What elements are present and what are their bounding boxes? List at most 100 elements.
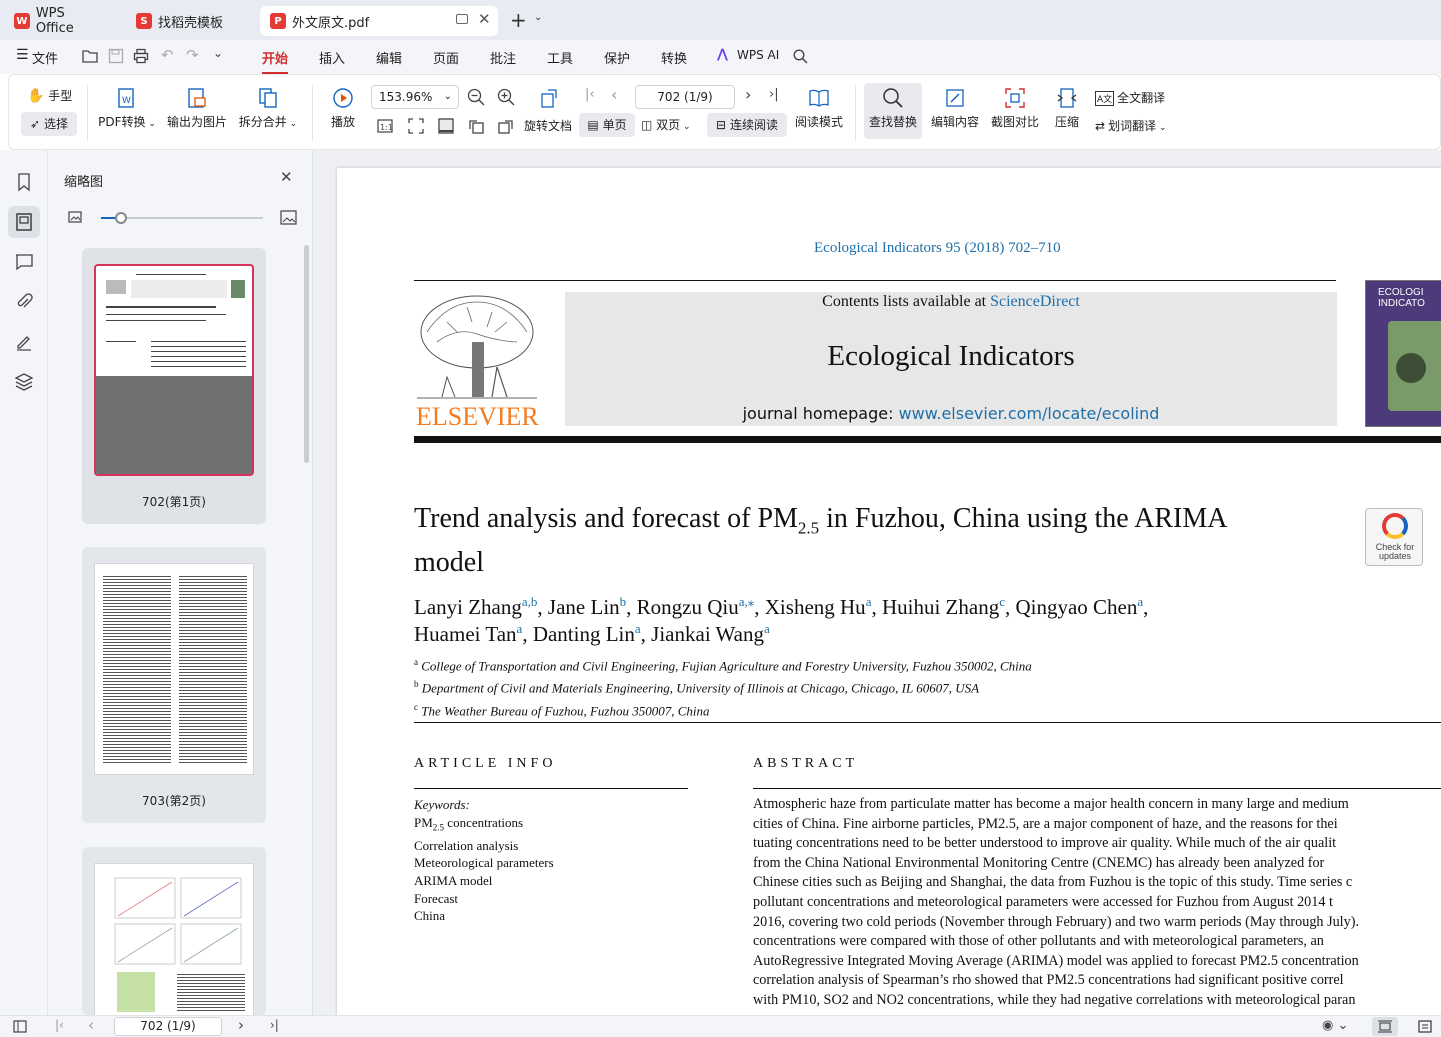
float-window-icon[interactable] [456, 14, 468, 24]
attachment-icon[interactable] [14, 292, 34, 312]
menu-page[interactable]: 页面 [433, 48, 459, 67]
find-replace-button[interactable]: 查找替换 [864, 83, 922, 139]
ribbon-toolbar: ✋ 手型 ➶ 选择 W PDF转换 ⌄ 输出为图片 拆分合并 ⌄ 播放 153.… [8, 74, 1441, 150]
slider-handle[interactable] [115, 212, 127, 224]
pdf-convert-button[interactable]: W PDF转换 ⌄ [97, 87, 157, 130]
hamburger-icon[interactable]: ☰ [16, 47, 29, 63]
sciencedirect-link[interactable]: ScienceDirect [990, 293, 1080, 310]
tab-templates[interactable]: S 找稻壳模板 [126, 6, 254, 36]
tab-document[interactable]: P 外文原文.pdf ✕ [260, 6, 498, 36]
authors-line-2: Huamei Tana, Danting Lina, Jiankai Wanga [414, 615, 770, 648]
zoom-in-icon[interactable] [497, 88, 515, 106]
thumbnail-card-page-1[interactable]: 702(第1页) [82, 248, 266, 524]
quick-access-chevron-icon[interactable]: ⌄ [213, 46, 223, 60]
thumbnail-scrollbar[interactable] [304, 245, 309, 463]
prev-page-icon[interactable]: ‹ [611, 85, 617, 104]
menu-convert[interactable]: 转换 [661, 48, 687, 67]
new-tab-icon[interactable]: + [510, 8, 527, 32]
screenshot-compare-button[interactable]: 截图对比 [989, 87, 1041, 130]
menu-wps-ai[interactable]: WPS AI [737, 48, 779, 62]
compress-button[interactable]: 压缩 [1051, 87, 1083, 130]
author-separator: , [1143, 595, 1149, 619]
toggle-sidebar-icon[interactable] [13, 1020, 27, 1033]
close-tab-icon[interactable]: ✕ [478, 10, 491, 28]
zoom-out-icon[interactable] [467, 88, 485, 106]
abstract-line: 2016, covering two cold periods (Novembe… [753, 913, 1359, 930]
open-folder-icon[interactable] [82, 48, 98, 64]
title-part2: in Fuzhou, China using the ARIMA [819, 503, 1228, 534]
single-page-button[interactable]: ▤ 单页 [579, 113, 635, 137]
check-updates-label: Check for updates [1375, 542, 1415, 561]
bookmark-icon[interactable] [14, 172, 34, 192]
menu-insert[interactable]: 插入 [319, 48, 345, 67]
redo-icon[interactable]: ↷ [186, 46, 199, 64]
first-page-icon[interactable]: |‹ [585, 87, 595, 102]
next-page-icon[interactable]: › [238, 1016, 244, 1034]
first-page-icon[interactable]: |‹ [55, 1018, 64, 1032]
tab-label: 找稻壳模板 [158, 15, 224, 31]
continuous-read-button[interactable]: ⊟ 连续阅读 [707, 113, 787, 137]
double-page-button[interactable]: ◫ 双页 ⌄ [641, 113, 691, 137]
thumbnail-card-page-3[interactable] [82, 847, 266, 1015]
rotate-left-icon[interactable] [467, 117, 485, 135]
menu-protect[interactable]: 保护 [604, 48, 630, 67]
word-translate-label: 划词翻译 [1108, 119, 1157, 133]
search-icon[interactable] [793, 49, 808, 64]
chart-preview-icon [114, 877, 242, 965]
split-merge-button[interactable]: 拆分合并 ⌄ [237, 87, 299, 130]
hand-tool-button[interactable]: ✋ 手型 [27, 87, 72, 104]
rotate-document-label[interactable]: 旋转文档 [524, 117, 572, 134]
prev-page-icon[interactable]: ‹ [88, 1016, 94, 1034]
thumbnail-size-slider[interactable] [101, 212, 263, 224]
comment-icon[interactable] [14, 252, 34, 272]
document-viewport[interactable]: Ecological Indicators 95 (2018) 702–710 … [313, 150, 1441, 1015]
close-icon[interactable]: ✕ [280, 168, 293, 186]
homepage-prefix: journal homepage: [742, 404, 899, 423]
page-number-input[interactable]: 702 (1/9) [635, 85, 735, 109]
actual-size-icon[interactable]: 1:1 [377, 118, 393, 134]
tab-list-chevron-icon[interactable]: ⌄ [534, 12, 542, 23]
select-tool-button[interactable]: ➶ 选择 [21, 112, 77, 136]
menu-comment[interactable]: 批注 [490, 48, 516, 67]
eye-icon[interactable]: ◉ ⌄ [1322, 1018, 1348, 1033]
thumbnail-card-page-2[interactable]: 703(第2页) [82, 547, 266, 823]
fit-width-icon[interactable] [437, 117, 455, 135]
word-translate-button[interactable]: ⇄ 划词翻译 ⌄ [1095, 117, 1166, 134]
undo-icon[interactable]: ↶ [161, 46, 174, 64]
magnifier-icon [883, 88, 903, 108]
single-page-icon: ▤ [587, 118, 599, 132]
play-button[interactable]: 播放 [327, 87, 359, 130]
article-title: Trend analysis and forecast of PM2.5 in … [414, 502, 1314, 580]
pdf-convert-label: PDF转换 [98, 115, 146, 129]
homepage-link[interactable]: www.elsevier.com/locate/ecolind [899, 404, 1160, 423]
continuous-view-toggle[interactable] [1372, 1017, 1398, 1036]
edit-content-button[interactable]: 编辑内容 [929, 87, 981, 130]
rotate-document-icon[interactable] [539, 87, 561, 109]
keyword: ARIMA model [414, 872, 493, 888]
single-view-icon[interactable] [1418, 1020, 1432, 1033]
zoom-select[interactable]: 153.96% ⌄ [371, 85, 459, 109]
signature-icon[interactable] [14, 332, 34, 352]
status-page-input[interactable]: 702 (1/9) [114, 1017, 222, 1036]
large-image-icon[interactable] [280, 209, 297, 226]
rotate-right-icon[interactable] [497, 117, 515, 135]
small-image-icon[interactable] [68, 210, 82, 224]
tab-wps-office[interactable]: W WPS Office [4, 6, 116, 36]
check-for-updates-badge[interactable]: Check for updates [1365, 508, 1423, 566]
layers-icon[interactable] [14, 372, 34, 392]
menu-start[interactable]: 开始 [262, 48, 289, 74]
save-icon[interactable] [108, 48, 124, 64]
read-mode-button[interactable]: 阅读模式 [793, 87, 845, 130]
keywords-block: Keywords: PM2.5 concentrations Correlati… [414, 796, 554, 925]
fit-page-icon[interactable] [407, 117, 425, 135]
menu-edit[interactable]: 编辑 [376, 48, 402, 67]
print-icon[interactable] [133, 48, 149, 64]
export-image-button[interactable]: 输出为图片 [166, 87, 228, 130]
menu-tools[interactable]: 工具 [547, 48, 573, 67]
next-page-icon[interactable]: › [745, 85, 751, 104]
last-page-icon[interactable]: ›| [270, 1018, 279, 1032]
menu-file[interactable]: 文件 [32, 48, 58, 67]
full-translate-button[interactable]: A文 全文翻译 [1095, 89, 1165, 106]
last-page-icon[interactable]: ›| [769, 87, 779, 102]
author: , Huihui Zhang [871, 595, 1000, 619]
